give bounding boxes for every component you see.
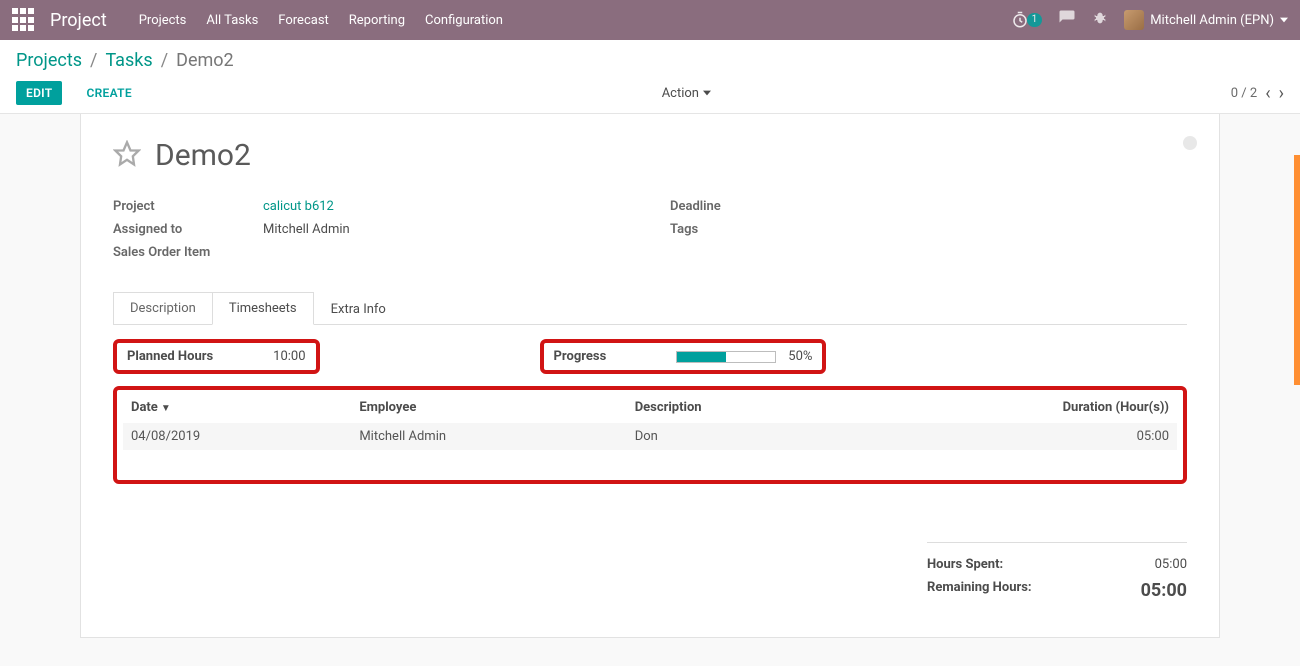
timesheet-table: Date▼ Employee Description Duration (Hou… [123,394,1177,450]
value-hours-spent: 05:00 [1155,557,1187,572]
create-button[interactable]: CREATE [76,81,141,105]
tab-description[interactable]: Description [113,292,212,325]
progress-fill [677,352,726,362]
cell-date: 04/08/2019 [123,423,351,450]
avatar [1124,10,1144,30]
tab-pane-timesheets: Planned Hours 10:00 Progress 50% [113,325,1187,605]
control-panel: Projects / Tasks / Demo2 EDIT CREATE Act… [0,40,1300,114]
app-brand[interactable]: Project [50,10,107,31]
edit-button[interactable]: EDIT [16,81,62,105]
highlight-planned-hours: Planned Hours 10:00 [113,339,320,374]
chevron-down-icon [703,90,711,96]
breadcrumb-tasks[interactable]: Tasks [105,50,152,71]
apps-icon[interactable] [12,8,36,32]
form-sheet: Demo2 Project calicut b612 Assigned to M… [80,114,1220,638]
col-description[interactable]: Description [627,394,849,423]
user-name: Mitchell Admin (EPN) [1150,13,1274,28]
progress-text: 50% [788,349,812,364]
annotation-mark [1294,155,1300,385]
pager-next[interactable]: › [1279,83,1284,104]
timer-icon[interactable]: 1 [1011,11,1043,29]
action-menu[interactable]: Action [662,86,711,101]
tabs: Description Timesheets Extra Info [113,292,1187,325]
value-remaining-hours: 05:00 [1141,580,1187,601]
breadcrumb-projects[interactable]: Projects [16,50,82,71]
kanban-state-dot[interactable] [1183,136,1197,150]
task-title: Demo2 [155,138,251,173]
nav-item-configuration[interactable]: Configuration [425,13,503,28]
col-duration[interactable]: Duration (Hour(s)) [849,394,1177,423]
nav-menu: Projects All Tasks Forecast Reporting Co… [139,13,503,28]
tab-timesheets[interactable]: Timesheets [212,292,314,325]
label-project: Project [113,199,263,214]
label-tags: Tags [670,222,820,237]
nav-item-all-tasks[interactable]: All Tasks [206,13,258,28]
label-remaining-hours: Remaining Hours: [927,580,1032,601]
breadcrumb-sep: / [161,50,168,71]
value-assigned-to: Mitchell Admin [263,222,350,237]
highlight-timesheet-table: Date▼ Employee Description Duration (Hou… [113,386,1187,484]
col-date[interactable]: Date▼ [123,394,351,423]
value-planned-hours: 10:00 [273,349,305,364]
pager-prev[interactable]: ‹ [1265,83,1270,104]
col-employee[interactable]: Employee [351,394,626,423]
messaging-icon[interactable] [1058,9,1076,31]
value-project[interactable]: calicut b612 [263,199,334,214]
pager: 0 / 2 ‹ › [1231,83,1284,104]
bug-icon[interactable] [1092,10,1108,30]
progress-bar [676,351,776,363]
user-menu[interactable]: Mitchell Admin (EPN) [1124,10,1288,30]
label-hours-spent: Hours Spent: [927,557,1003,572]
label-planned-hours: Planned Hours [127,349,213,364]
breadcrumb-current: Demo2 [176,50,234,71]
label-sales-order-item: Sales Order Item [113,245,263,260]
tab-extra-info[interactable]: Extra Info [314,292,403,325]
cell-duration: 05:00 [849,423,1177,450]
table-row[interactable]: 04/08/2019 Mitchell Admin Don 05:00 [123,423,1177,450]
sort-desc-icon: ▼ [161,403,171,414]
top-nav: Project Projects All Tasks Forecast Repo… [0,0,1300,40]
label-progress: Progress [554,349,607,364]
nav-item-forecast[interactable]: Forecast [278,13,328,28]
action-label: Action [662,86,699,101]
cell-employee: Mitchell Admin [351,423,626,450]
nav-item-projects[interactable]: Projects [139,13,187,28]
timer-badge: 1 [1027,13,1043,27]
pager-label: 0 / 2 [1231,86,1257,101]
breadcrumb-sep: / [90,50,97,71]
label-assigned-to: Assigned to [113,222,263,237]
highlight-progress: Progress 50% [540,339,827,374]
chevron-down-icon [1280,16,1288,24]
nav-item-reporting[interactable]: Reporting [349,13,405,28]
breadcrumb: Projects / Tasks / Demo2 [16,50,1284,71]
totals: Hours Spent: 05:00 Remaining Hours: 05:0… [113,542,1187,605]
label-deadline: Deadline [670,199,820,214]
star-icon[interactable] [113,140,141,172]
cell-description: Don [627,423,849,450]
